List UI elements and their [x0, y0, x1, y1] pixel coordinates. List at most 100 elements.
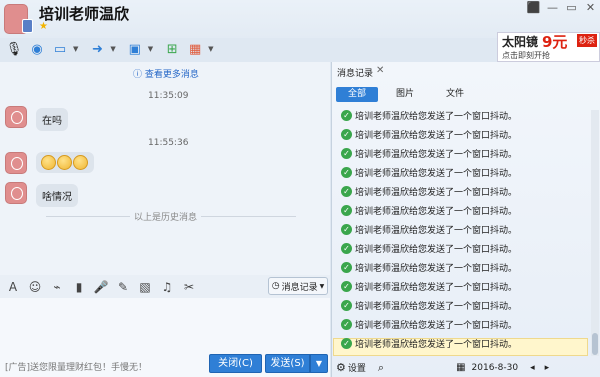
avatar[interactable] — [5, 182, 27, 204]
check-icon: ✓ — [341, 167, 352, 178]
record-text: 培训老师温欣给您发送了一个窗口抖动。 — [355, 264, 518, 274]
record-text: 培训老师温欣给您发送了一个窗口抖动。 — [355, 169, 518, 179]
emoji-icon — [57, 155, 72, 170]
minimize-button[interactable]: — — [543, 0, 562, 16]
record-item[interactable]: ✓ 培训老师温欣给您发送了一个窗口抖动。 — [341, 337, 517, 350]
shake-icon[interactable]: ⌁ — [48, 280, 66, 294]
calendar-icon[interactable]: ▦ — [456, 362, 465, 373]
screen-share-icon[interactable]: ▭ — [50, 39, 70, 59]
record-text: 培训老师温欣给您发送了一个窗口抖动。 — [355, 188, 518, 198]
record-item[interactable]: ✓ 培训老师温欣给您发送了一个窗口抖动。 — [341, 318, 517, 331]
mic-icon[interactable]: 🎙 — [4, 39, 24, 59]
record-item[interactable]: ✓ 培训老师温欣给您发送了一个窗口抖动。 — [341, 147, 517, 160]
settings-label[interactable]: 设置 — [348, 361, 366, 374]
gear-icon[interactable]: ⚙ — [336, 361, 346, 374]
avatar[interactable] — [5, 152, 27, 174]
record-item[interactable]: ✓ 培训老师温欣给您发送了一个窗口抖动。 — [341, 223, 517, 236]
check-icon: ✓ — [341, 148, 352, 159]
edit-icon[interactable]: ✎ — [114, 280, 132, 294]
more-history-link[interactable]: ⓘ 查看更多消息 — [133, 67, 199, 80]
record-text: 培训老师温欣给您发送了一个窗口抖动。 — [355, 245, 518, 255]
clock-icon: ◷ — [271, 281, 280, 291]
scrollbar[interactable] — [591, 110, 599, 356]
star-icon: ★ — [39, 21, 48, 32]
check-icon: ✓ — [341, 129, 352, 140]
send-options-button[interactable]: ▼ — [310, 354, 328, 373]
voice-icon[interactable]: 🎤 — [92, 280, 110, 294]
record-text: 培训老师温欣给您发送了一个窗口抖动。 — [355, 112, 518, 122]
footer-ad[interactable]: [广告]送您限量理财红包！手慢无！ — [5, 360, 147, 373]
record-text: 培训老师温欣给您发送了一个窗口抖动。 — [355, 321, 518, 331]
search-icon[interactable]: ⌕ — [378, 361, 384, 375]
record-item[interactable]: ✓ 培训老师温欣给您发送了一个窗口抖动。 — [341, 128, 517, 141]
record-date[interactable]: 2016-8-30 — [472, 363, 519, 373]
record-item[interactable]: ✓ 培训老师温欣给您发送了一个窗口抖动。 — [341, 204, 517, 217]
record-text: 培训老师温欣给您发送了一个窗口抖动。 — [355, 340, 518, 350]
history-divider-label: 以上是历史消息 — [130, 210, 202, 223]
chevron-down-icon[interactable]: ▼ — [110, 45, 115, 53]
tab-all[interactable]: 全部 — [336, 87, 378, 102]
apps-icon[interactable]: ▦ — [185, 39, 205, 59]
message-record-button[interactable]: ◷ 消息记录 ▼ — [268, 277, 328, 295]
emoji-picker-icon[interactable]: ☺ — [26, 280, 44, 294]
ad-price: 9元 — [542, 33, 568, 51]
chevron-down-icon: ▼ — [319, 282, 325, 290]
chat-toolbar: 🎙 ◉ ▭ ▼ ➜ ▼ ▣ ▼ ⊞ ▦ ▼ — [0, 38, 240, 60]
ad-subtitle: 点击即刻开抢 — [502, 51, 550, 60]
message-time: 11:55:36 — [148, 138, 189, 148]
window-controls: ⬛ — ▭ ✕ — [524, 0, 600, 16]
check-icon: ✓ — [341, 224, 352, 235]
record-item[interactable]: ✓ 培训老师温欣给您发送了一个窗口抖动。 — [341, 185, 517, 198]
record-item[interactable]: ✓ 培训老师温欣给您发送了一个窗口抖动。 — [341, 280, 517, 293]
close-chat-button[interactable]: 关闭(C) — [209, 354, 262, 373]
skin-icon[interactable]: ⬛ — [524, 0, 543, 16]
emoji-icon — [73, 155, 88, 170]
record-item[interactable]: ✓ 培训老师温欣给您发送了一个窗口抖动。 — [341, 299, 517, 312]
check-icon: ✓ — [341, 281, 352, 292]
camera-icon[interactable]: ◉ — [27, 39, 47, 59]
chevron-down-icon[interactable]: ▼ — [73, 45, 78, 53]
record-item[interactable]: ✓ 培训老师温欣给您发送了一个窗口抖动。 — [341, 242, 517, 255]
scrollbar-thumb[interactable] — [592, 333, 598, 355]
tab-images[interactable]: 图片 — [386, 87, 424, 102]
remote-desktop-icon[interactable]: ▣ — [125, 39, 145, 59]
send-button[interactable]: 发送(S) — [265, 354, 310, 373]
check-icon: ✓ — [341, 110, 352, 121]
message-bubble: 在吗 — [36, 108, 68, 131]
panel-bottom-bar: ⚙ 设置 ⌕ ▦ 2016-8-30 ◂ ▸ — [332, 358, 600, 377]
message-bubble: 啥情况 — [36, 184, 78, 207]
record-item[interactable]: ✓ 培训老师温欣给您发送了一个窗口抖动。 — [341, 166, 517, 179]
tab-files[interactable]: 文件 — [436, 87, 474, 102]
record-text: 培训老师温欣给您发送了一个窗口抖动。 — [355, 150, 518, 160]
scissors-icon[interactable]: ✂ — [180, 280, 198, 294]
message-time: 11:35:09 — [148, 91, 189, 101]
chevron-down-icon[interactable]: ▼ — [208, 45, 213, 53]
record-item[interactable]: ✓ 培训老师温欣给您发送了一个窗口抖动。 — [341, 109, 517, 122]
check-icon: ✓ — [341, 186, 352, 197]
contact-avatar[interactable] — [4, 4, 33, 34]
next-page-icon[interactable]: ▸ — [545, 363, 550, 373]
prev-page-icon[interactable]: ◂ — [530, 363, 535, 373]
record-text: 培训老师温欣给您发送了一个窗口抖动。 — [355, 302, 518, 312]
panel-tab-title[interactable]: 消息记录 — [337, 66, 373, 79]
maximize-button[interactable]: ▭ — [562, 0, 581, 16]
chevron-down-icon[interactable]: ▼ — [148, 45, 153, 53]
font-icon[interactable]: A — [4, 280, 22, 294]
music-icon[interactable]: ♫ — [158, 280, 176, 294]
invite-icon[interactable]: ⊞ — [162, 39, 182, 59]
emoji-message — [36, 152, 94, 173]
record-text: 培训老师温欣给您发送了一个窗口抖动。 — [355, 131, 518, 141]
file-transfer-icon[interactable]: ➜ — [87, 39, 107, 59]
record-item[interactable]: ✓ 培训老师温欣给您发送了一个窗口抖动。 — [341, 261, 517, 274]
ad-banner[interactable]: 太阳镜 9元 秒杀 点击即刻开抢 — [497, 32, 600, 62]
check-icon: ✓ — [341, 319, 352, 330]
ad-brand: 太阳镜 — [502, 35, 539, 49]
close-button[interactable]: ✕ — [581, 0, 600, 16]
record-text: 培训老师温欣给您发送了一个窗口抖动。 — [355, 207, 518, 217]
video-icon[interactable]: ▮ — [70, 280, 88, 294]
close-icon[interactable]: ✕ — [376, 65, 384, 76]
record-text: 培训老师温欣给您发送了一个窗口抖动。 — [355, 226, 518, 236]
image-icon[interactable]: ▧ — [136, 280, 154, 294]
avatar[interactable] — [5, 106, 27, 128]
check-icon: ✓ — [341, 300, 352, 311]
